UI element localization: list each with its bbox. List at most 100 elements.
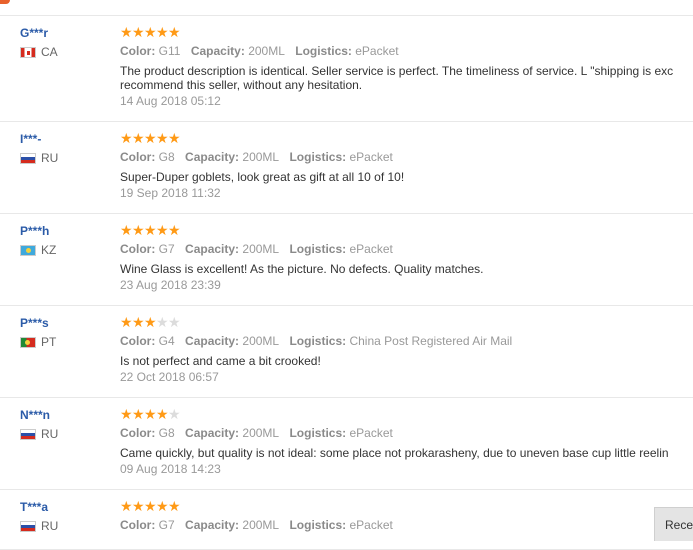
star-icon: ★ (132, 315, 145, 331)
recent-tab[interactable]: Rece (654, 507, 693, 541)
country-flag-icon (20, 336, 36, 348)
star-rating: ★ ★ ★ ★ ★ (120, 316, 693, 330)
reviewer-info: P***h KZ (20, 224, 110, 257)
reviewer-country: CA (20, 45, 110, 59)
reviewer-country: RU (20, 427, 110, 441)
star-icon: ★ (120, 315, 133, 331)
review-text: Is not perfect and came a bit crooked! (120, 354, 693, 368)
review-date: 22 Oct 2018 06:57 (120, 370, 219, 384)
color-value: G4 (158, 334, 175, 348)
reviewer-info: G***r CA (20, 26, 110, 59)
review-text-line: Came quickly, but quality is not ideal: … (120, 446, 669, 460)
star-rating: ★ ★ ★ ★ ★ (120, 132, 693, 146)
star-icon: ★ (168, 25, 181, 41)
country-code: KZ (41, 243, 57, 257)
review-content: ★ ★ ★ ★ ★ Color: G11 Capacity: 200ML Logistic… (120, 26, 693, 108)
logistics-label: Logistics: (289, 150, 347, 164)
review-content: ★ ★ ★ ★ ★ Color: G8 Capacity: 200ML Logistics… (120, 132, 693, 200)
reviewer-name[interactable]: G***r (20, 26, 110, 40)
review-text-line: The product description is identical. Se… (120, 64, 674, 78)
review-item: T***a RU ★ ★ ★ ★ ★ Color: G7 Capacity: 200ML Lo… (0, 490, 693, 550)
star-icon: ★ (156, 131, 169, 147)
country-code: RU (41, 151, 59, 165)
color-label: Color: (120, 44, 156, 58)
logistics-label: Logistics: (289, 334, 347, 348)
star-icon: ★ (120, 131, 133, 147)
star-icon: ★ (120, 499, 133, 515)
logistics-value: ePacket (349, 150, 393, 164)
review-text: Super-Duper goblets, look great as gift … (120, 170, 693, 184)
country-code: RU (41, 519, 59, 533)
star-rating: ★ ★ ★ ★ ★ (120, 500, 693, 514)
star-rating: ★ ★ ★ ★ ★ (120, 224, 693, 238)
country-code: CA (41, 45, 58, 59)
capacity-value: 200ML (242, 518, 280, 532)
capacity-value: 200ML (242, 150, 280, 164)
review-item: G***r CA ★ ★ ★ ★ ★ Color: G11 Capacity: 200ML L… (0, 16, 693, 122)
capacity-value: 200ML (242, 334, 280, 348)
review-item: P***s PT ★ ★ ★ ★ ★ Color: G4 Capacity: 200ML Lo… (0, 306, 693, 398)
product-attributes: Color: G7 Capacity: 200ML Logistics: ePa… (120, 518, 693, 532)
capacity-label: Capacity: (185, 242, 240, 256)
star-icon: ★ (132, 499, 145, 515)
review-content: ★ ★ ★ ★ ★ Color: G7 Capacity: 200ML Logistics… (120, 500, 693, 532)
reviewer-country: RU (20, 519, 110, 533)
country-flag-icon (20, 152, 36, 164)
reviewer-name[interactable]: N***n (20, 408, 110, 422)
logistics-value: ePacket (355, 44, 399, 58)
product-attributes: Color: G8 Capacity: 200ML Logistics: ePa… (120, 150, 693, 164)
star-icon: ★ (144, 499, 157, 515)
star-icon: ★ (144, 315, 157, 331)
color-label: Color: (120, 426, 156, 440)
star-rating: ★ ★ ★ ★ ★ (120, 26, 693, 40)
country-code: PT (41, 335, 57, 349)
reviewer-info: N***n RU (20, 408, 110, 441)
color-value: G8 (158, 150, 175, 164)
logistics-label: Logistics: (289, 242, 347, 256)
logistics-label: Logistics: (289, 426, 347, 440)
star-icon: ★ (156, 499, 169, 515)
star-icon: ★ (144, 223, 157, 239)
country-flag-icon (20, 520, 36, 532)
logistics-label: Logistics: (295, 44, 352, 58)
color-value: G8 (158, 426, 175, 440)
review-text: Came quickly, but quality is not ideal: … (120, 446, 693, 460)
star-icon: ★ (132, 131, 145, 147)
star-icon: ★ (120, 407, 133, 423)
review-text-line: Is not perfect and came a bit crooked! (120, 354, 321, 368)
star-icon: ★ (144, 131, 157, 147)
reviewer-name[interactable]: T***a (20, 500, 110, 514)
review-text: Wine Glass is excellent! As the picture.… (120, 262, 693, 276)
capacity-label: Capacity: (190, 44, 245, 58)
review-text: The product description is identical. Se… (120, 64, 693, 92)
review-text-line: Wine Glass is excellent! As the picture.… (120, 262, 484, 276)
reviewer-country: PT (20, 335, 110, 349)
reviewer-name[interactable]: I***- (20, 132, 110, 146)
country-code: RU (41, 427, 59, 441)
reviewer-name[interactable]: P***s (20, 316, 110, 330)
star-icon: ★ (156, 25, 169, 41)
star-icon: ★ (120, 25, 133, 41)
review-list: G***r CA ★ ★ ★ ★ ★ Color: G11 Capacity: 200ML L… (0, 16, 693, 550)
color-value: G7 (158, 242, 175, 256)
review-date: 14 Aug 2018 05:12 (120, 94, 221, 108)
review-text-line: recommend this seller, without any hesit… (120, 78, 363, 92)
color-value: G7 (158, 518, 175, 532)
reviewer-info: P***s PT (20, 316, 110, 349)
star-icon: ★ (132, 407, 145, 423)
review-text-line: Super-Duper goblets, look great as gift … (120, 170, 405, 184)
star-icon: ★ (168, 407, 181, 423)
review-item: P***h KZ ★ ★ ★ ★ ★ Color: G7 Capacity: 200ML Lo… (0, 214, 693, 306)
logistics-value: ePacket (349, 242, 393, 256)
capacity-value: 200ML (242, 426, 280, 440)
product-attributes: Color: G7 Capacity: 200ML Logistics: ePa… (120, 242, 693, 256)
color-label: Color: (120, 518, 156, 532)
color-label: Color: (120, 334, 156, 348)
capacity-label: Capacity: (185, 518, 240, 532)
star-icon: ★ (156, 223, 169, 239)
logistics-value: ePacket (349, 426, 393, 440)
reviewer-country: KZ (20, 243, 110, 257)
star-icon: ★ (132, 25, 145, 41)
star-icon: ★ (144, 407, 157, 423)
reviewer-name[interactable]: P***h (20, 224, 110, 238)
